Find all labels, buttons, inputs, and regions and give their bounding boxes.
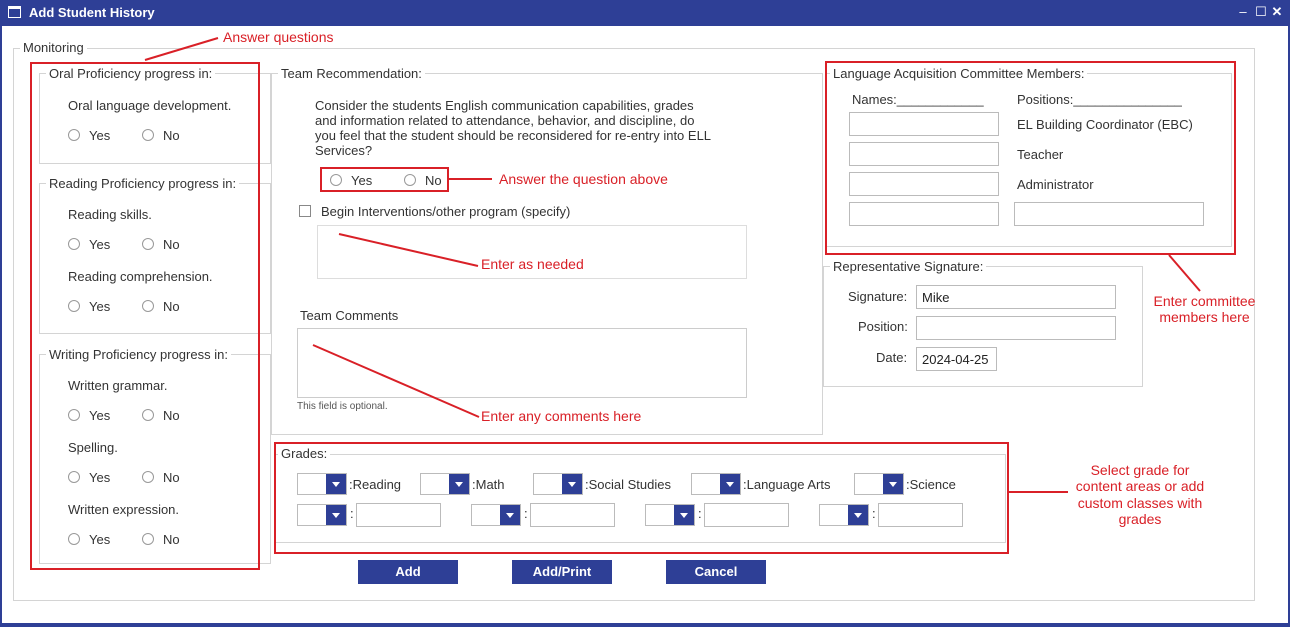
dialog-body: Monitoring Oral Proficiency progress in:… [2,26,1288,623]
title-bar: Add Student History – ☐ ✕ [0,0,1290,26]
annotation-lines [144,37,1201,493]
annotation-answer-question-above: Answer the question above [499,171,668,187]
annotation-committee-line-1: Enter committee [1153,293,1256,309]
annotation-grades-line-4: grades [1118,511,1162,527]
minimize-icon[interactable]: – [1236,5,1250,19]
annotation-enter-as-needed: Enter as needed [481,256,584,272]
window-icon [8,6,21,18]
annotation-grades-line-1: Select grade for [1090,462,1190,478]
annotation-committee-line-2: members here [1159,309,1250,325]
maximize-icon[interactable]: ☐ [1254,5,1268,19]
annotation-answer-questions: Answer questions [223,29,334,45]
annotation-grades-line-3: custom classes with [1077,495,1203,511]
annotation-grades-line-2: content areas or add [1075,478,1205,494]
window-title: Add Student History [29,5,155,20]
annotation-enter-comments: Enter any comments here [481,408,642,424]
close-icon[interactable]: ✕ [1270,5,1284,19]
